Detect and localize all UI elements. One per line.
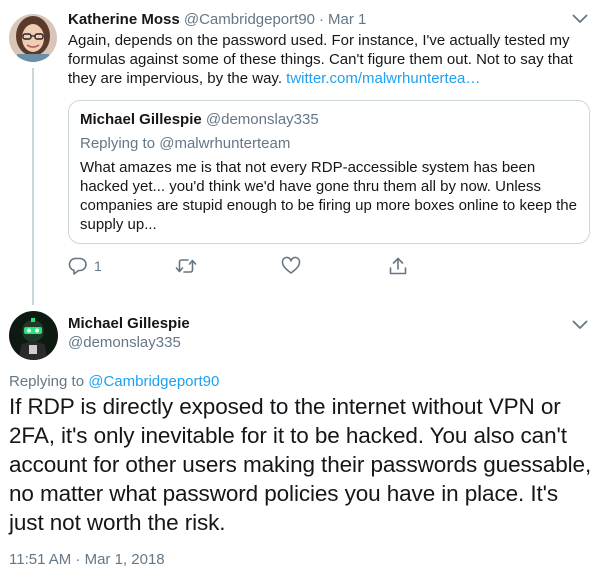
like-button[interactable]	[281, 255, 301, 277]
tweet2-author-handle[interactable]: @demonslay335	[68, 333, 181, 353]
tweet1-actions: 1	[68, 255, 428, 277]
avatar-michael-gillespie[interactable]	[9, 311, 58, 360]
retweet-button[interactable]	[175, 255, 197, 277]
tweet1-author-handle[interactable]: @Cambridgeport90	[184, 11, 315, 28]
quoted-replying-prefix: Replying to	[80, 135, 160, 152]
tweet1-separator: ·	[319, 11, 325, 28]
quoted-tweet-card[interactable]: Michael Gillespie @demonslay335 Replying…	[68, 100, 590, 244]
tweet2-timestamp[interactable]: 11:51 AM · Mar 1, 2018	[9, 550, 165, 570]
retweet-icon	[175, 259, 197, 273]
share-icon	[389, 257, 407, 275]
reply-icon	[68, 257, 87, 275]
tweet1-text: Again, depends on the password used. For…	[68, 31, 588, 88]
quoted-tweet-header: Michael Gillespie @demonslay335	[80, 110, 319, 130]
tweet1-time[interactable]: Mar 1	[328, 11, 366, 28]
thread-connector-line	[32, 68, 34, 305]
tweet2-replying-prefix: Replying to	[9, 373, 89, 390]
quoted-replying-to: Replying to @malwrhunterteam	[80, 134, 290, 154]
chevron-down-icon[interactable]	[572, 320, 588, 330]
quoted-author-name: Michael Gillespie	[80, 111, 202, 128]
tweet1-link[interactable]: twitter.com/malwrhuntertea…	[286, 70, 480, 87]
reply-count: 1	[94, 258, 102, 274]
tweet2-replying-to: Replying to @Cambridgeport90	[9, 372, 219, 392]
quoted-replying-handle: @malwrhunterteam	[159, 135, 291, 152]
tweet2-author-name[interactable]: Michael Gillespie	[68, 314, 190, 334]
tweet2-text: If RDP is directly exposed to the intern…	[9, 394, 592, 535]
tweet2-replying-handle[interactable]: @Cambridgeport90	[88, 373, 219, 390]
tweet1-header: Katherine Moss @Cambridgeport90 · Mar 1	[68, 10, 366, 30]
quoted-author-handle: @demonslay335	[205, 111, 319, 128]
reply-button[interactable]: 1	[68, 255, 102, 277]
chevron-down-icon[interactable]	[572, 14, 588, 24]
quoted-tweet-text: What amazes me is that not every RDP-acc…	[80, 159, 577, 233]
tweet1-author-name[interactable]: Katherine Moss	[68, 11, 180, 28]
heart-icon	[281, 256, 301, 274]
share-button[interactable]	[388, 255, 408, 277]
avatar-katherine-moss[interactable]	[9, 14, 57, 62]
